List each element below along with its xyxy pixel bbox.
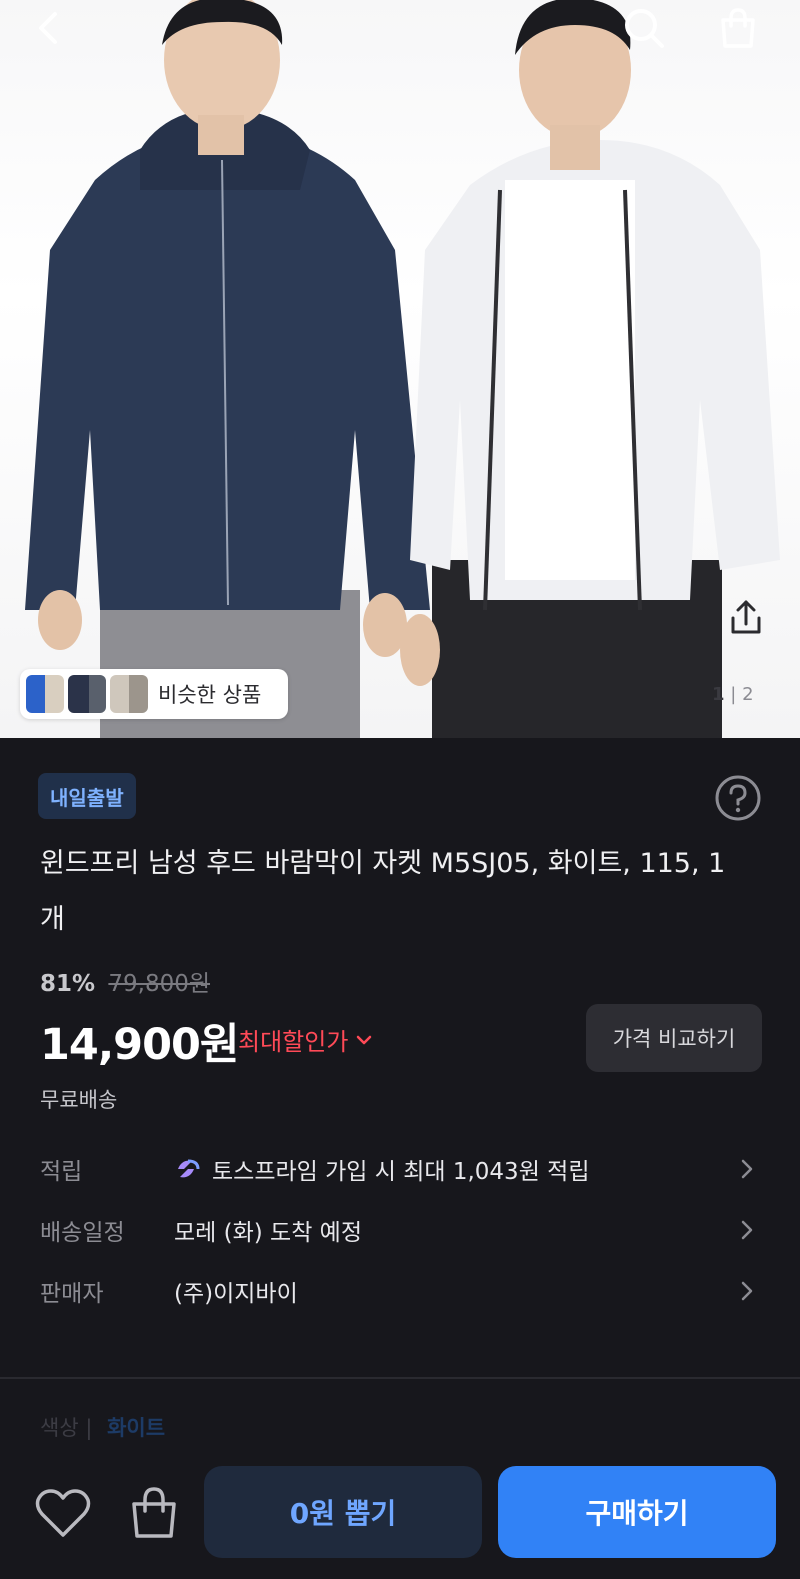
page-current: 1 — [712, 684, 725, 705]
help-button[interactable] — [714, 774, 762, 822]
sale-price: 14,900원 — [40, 1020, 239, 1070]
info-row-reward[interactable]: 적립 토스프라임 가입 시 최대 1,043원 적립 — [40, 1144, 760, 1194]
similar-thumb-3 — [110, 675, 148, 713]
shopping-bag-icon — [721, 8, 755, 48]
chevron-right-icon — [741, 1220, 753, 1240]
cart-button[interactable] — [714, 4, 762, 52]
option-row[interactable]: 색상 | 화이트 — [40, 1412, 165, 1442]
max-discount-label: 최대할인가 — [238, 1028, 349, 1056]
info-label: 판매자 — [40, 1281, 104, 1307]
info-label: 배송일정 — [40, 1220, 125, 1246]
question-circle-icon — [715, 775, 761, 821]
info-row-seller[interactable]: 판매자 (주)이지바이 — [40, 1266, 760, 1316]
page-separator: | — [730, 684, 737, 705]
image-page-indicator: 1 | 2 — [712, 684, 754, 705]
info-value: 모레 (화) 도착 예정 — [174, 1220, 362, 1246]
reward-text: 토스프라임 가입 시 최대 1,043원 적립 — [212, 1159, 590, 1185]
zero-won-draw-button[interactable]: 0원 뽑기 — [204, 1466, 482, 1558]
discount-row: 81% 79,800원 — [40, 964, 210, 998]
wishlist-button[interactable] — [34, 1488, 92, 1540]
back-button[interactable] — [24, 4, 72, 52]
free-shipping-label: 무료배송 — [40, 1088, 118, 1112]
chevron-right-icon — [741, 1281, 753, 1301]
info-row-delivery[interactable]: 배송일정 모레 (화) 도착 예정 — [40, 1205, 760, 1255]
delivery-badge: 내일출발 — [38, 773, 136, 819]
shopping-bag-icon — [132, 1487, 176, 1538]
max-discount-toggle[interactable]: 최대할인가 — [238, 1022, 372, 1057]
original-price: 79,800원 — [108, 971, 211, 997]
chevron-left-icon — [39, 12, 57, 44]
share-button[interactable] — [722, 594, 770, 642]
heart-icon — [35, 1489, 91, 1537]
option-selected: 화이트 — [107, 1416, 166, 1440]
share-icon — [731, 600, 761, 634]
product-image[interactable]: 비슷한 상품 1 | 2 — [0, 0, 800, 738]
chevron-down-icon — [357, 1035, 372, 1044]
info-label: 적립 — [40, 1159, 83, 1185]
search-button[interactable] — [620, 4, 668, 52]
product-photo — [25, 0, 780, 738]
info-value: (주)이지바이 — [174, 1281, 298, 1307]
similar-thumb-1 — [26, 675, 64, 713]
page-total: 2 — [742, 684, 754, 705]
info-value: 토스프라임 가입 시 최대 1,043원 적립 — [174, 1152, 589, 1186]
discount-percent: 81% — [40, 971, 96, 997]
price-compare-button[interactable]: 가격 비교하기 — [586, 1004, 762, 1072]
section-divider — [0, 1377, 800, 1379]
buy-button[interactable]: 구매하기 — [498, 1466, 776, 1558]
similar-thumb-2 — [68, 675, 106, 713]
option-label: 색상 — [40, 1416, 79, 1440]
search-icon — [625, 9, 664, 48]
option-separator: | — [85, 1416, 93, 1440]
add-to-cart-button[interactable] — [126, 1484, 182, 1540]
product-title: 윈드프리 남성 후드 바람막이 자켓 M5SJ05, 화이트, 115, 1개 — [40, 848, 726, 935]
similar-products-button[interactable]: 비슷한 상품 — [20, 669, 288, 719]
chevron-right-icon — [741, 1159, 753, 1179]
toss-prime-icon — [178, 1159, 200, 1178]
similar-products-label: 비슷한 상품 — [158, 683, 262, 707]
